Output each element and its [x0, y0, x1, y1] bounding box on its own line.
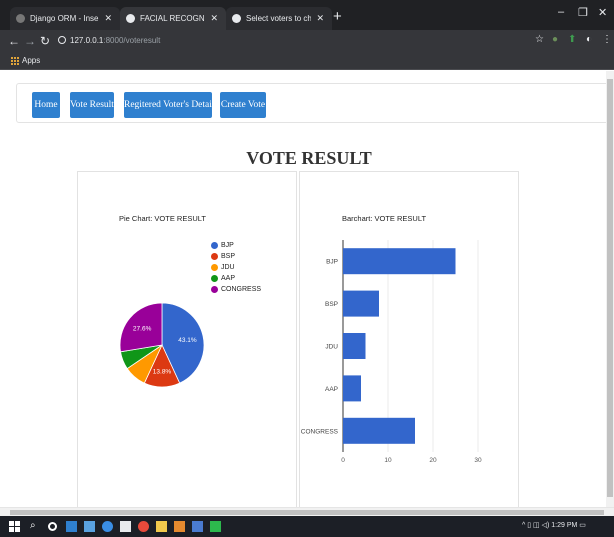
- legend-swatch: [211, 275, 218, 282]
- legend-label: CONGRESS: [221, 286, 262, 293]
- bag-app-icon[interactable]: [120, 521, 131, 532]
- bar-bjp: [343, 248, 456, 275]
- vertical-scrollbar[interactable]: [606, 71, 614, 507]
- folder-app-icon[interactable]: [156, 521, 167, 532]
- page-icon: [16, 14, 25, 23]
- pie-legend: BJP BSP JDU AAP CONGRESS: [211, 240, 261, 295]
- new-tab-button[interactable]: +: [333, 9, 342, 24]
- nav-create-vote[interactable]: Create Vote: [220, 92, 266, 118]
- app-icon[interactable]: [102, 521, 113, 532]
- nav-home[interactable]: Home: [32, 92, 60, 118]
- legend-swatch: [211, 286, 218, 293]
- bar-chart: 0 10 20 30 BJP BSP JDU AAP CONGRESS: [301, 240, 482, 464]
- app-icon[interactable]: [174, 521, 185, 532]
- profile-icon[interactable]: ◐: [586, 34, 592, 45]
- info-icon[interactable]: [58, 36, 66, 44]
- scrollbar-thumb[interactable]: [10, 510, 604, 515]
- legend-item-jdu: JDU: [211, 262, 261, 273]
- horizontal-scrollbar[interactable]: [0, 507, 614, 516]
- y-tick-label: JDU: [325, 344, 338, 351]
- pie-chart-card: Pie Chart: VOTE RESULT 43.1% 13.8% 27.6% B…: [77, 171, 297, 507]
- browser-tab-facial-recognition[interactable]: FACIAL RECOGNITION BASED VO ✕: [120, 7, 226, 30]
- edge-app-icon[interactable]: [66, 521, 77, 532]
- browser-tab-django-orm[interactable]: Django ORM - Inserting, Updatin ✕: [10, 7, 120, 30]
- browser-toolbar: ← → ↻ 127.0.0.1:8000/voteresult ☆ ● ⬆ ◐ …: [0, 30, 614, 52]
- browser-tab-select-voters[interactable]: Select voters to change | Django ✕: [226, 7, 332, 30]
- clock: 1:29 PM: [551, 522, 578, 529]
- store-app-icon[interactable]: [84, 521, 95, 532]
- legend-swatch: [211, 253, 218, 260]
- address-path: :8000/voteresult: [103, 36, 161, 45]
- x-tick-label: 10: [384, 457, 392, 464]
- minimize-icon[interactable]: –: [558, 6, 564, 18]
- bar-chart-card: Barchart: VOTE RESULT 0 10 20 30 BJP BSP JDU AA…: [299, 171, 519, 507]
- tab-label: Django ORM - Inserting, Updatin: [30, 14, 100, 23]
- star-icon[interactable]: ☆: [535, 34, 544, 45]
- pie-chart: 43.1% 13.8% 27.6%: [119, 302, 205, 388]
- pycharm-app-icon[interactable]: [210, 521, 221, 532]
- forward-icon[interactable]: →: [24, 33, 36, 49]
- apps-bookmark[interactable]: Apps: [22, 56, 40, 65]
- legend-swatch: [211, 242, 218, 249]
- system-tray[interactable]: ^ ▯ ◫ ◁) 1:29 PM ▭: [522, 521, 586, 529]
- pie-slice-label: 27.6%: [133, 326, 152, 333]
- windows-start-icon[interactable]: [9, 521, 20, 532]
- legend-item-bjp: BJP: [211, 240, 261, 251]
- x-tick-label: 30: [474, 457, 482, 464]
- legend-item-aap: AAP: [211, 273, 261, 284]
- x-tick-label: 0: [341, 457, 345, 464]
- globe-icon: [232, 14, 241, 23]
- y-tick-label: CONGRESS: [301, 428, 339, 435]
- close-icon[interactable]: ✕: [316, 13, 324, 24]
- screen: Django ORM - Inserting, Updatin ✕ FACIAL…: [0, 0, 614, 537]
- y-tick-label: BSP: [325, 301, 338, 308]
- page-title: VOTE RESULT: [246, 148, 372, 168]
- nav-registered-voters[interactable]: Regitered Voter's Details: [124, 92, 218, 118]
- legend-label: BSP: [221, 253, 236, 260]
- os-taskbar: ⌕ ^ ▯ ◫ ◁) 1:29 PM ▭: [0, 516, 614, 537]
- bar-jdu: [343, 333, 366, 359]
- bar-bsp: [343, 290, 379, 317]
- legend-item-bsp: BSP: [211, 251, 261, 262]
- legend-label: AAP: [221, 275, 236, 282]
- pie-slice-label: 13.8%: [153, 369, 172, 376]
- legend-item-congress: CONGRESS: [211, 284, 261, 295]
- close-window-icon[interactable]: ✕: [598, 6, 607, 19]
- restore-icon[interactable]: ❐: [578, 6, 588, 19]
- bar-aap: [343, 375, 361, 402]
- menu-icon[interactable]: ⋮: [602, 34, 612, 45]
- x-tick-label: 20: [429, 457, 437, 464]
- y-tick-label: AAP: [325, 386, 338, 393]
- extension-icon[interactable]: ⬆: [568, 34, 576, 45]
- bookmarks-bar: Apps: [0, 52, 614, 70]
- reload-icon[interactable]: ↻: [40, 33, 50, 49]
- close-icon[interactable]: ✕: [104, 13, 112, 24]
- legend-label: BJP: [221, 242, 234, 249]
- chrome-app-icon[interactable]: [138, 521, 149, 532]
- nav-vote-result[interactable]: Vote Result: [70, 92, 114, 118]
- apps-icon[interactable]: [11, 57, 19, 65]
- pie-slice-label: 43.1%: [178, 337, 197, 344]
- extension-icon[interactable]: ●: [552, 34, 558, 45]
- globe-icon: [126, 14, 135, 23]
- close-icon[interactable]: ✕: [210, 13, 218, 24]
- y-tick-label: BJP: [326, 259, 338, 266]
- cortana-icon[interactable]: [48, 522, 57, 531]
- legend-swatch: [211, 264, 218, 271]
- bar-congress: [343, 417, 415, 444]
- tab-label: Select voters to change | Django: [246, 14, 312, 23]
- search-icon[interactable]: ⌕: [30, 520, 41, 531]
- address-bar[interactable]: 127.0.0.1:8000/voteresult: [58, 33, 528, 49]
- app-icon[interactable]: [192, 521, 203, 532]
- scrollbar-thumb[interactable]: [607, 79, 613, 497]
- legend-label: JDU: [221, 264, 235, 271]
- back-icon[interactable]: ←: [8, 33, 20, 49]
- page-viewport: Home Vote Result Regitered Voter's Detai…: [0, 71, 606, 507]
- browser-titlebar: Django ORM - Inserting, Updatin ✕ FACIAL…: [0, 0, 614, 30]
- address-host: 127.0.0.1: [70, 36, 104, 45]
- site-navbar: Home Vote Result Regitered Voter's Detai…: [16, 83, 606, 123]
- tab-label: FACIAL RECOGNITION BASED VO: [140, 14, 205, 23]
